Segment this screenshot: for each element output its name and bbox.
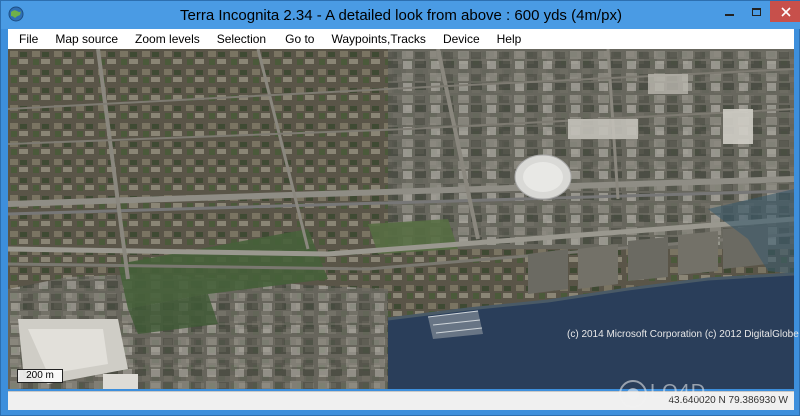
app-window: Terra Incognita 2.34 - A detailed look f…	[0, 0, 800, 416]
watermark-logo: LO4D	[616, 375, 736, 413]
close-button[interactable]	[770, 1, 800, 22]
menu-help[interactable]: Help	[488, 29, 530, 49]
menu-file[interactable]: File	[8, 29, 46, 49]
minimize-button[interactable]	[716, 1, 743, 22]
menu-zoom-levels[interactable]: Zoom levels	[126, 29, 208, 49]
watermark-text: LO4D	[650, 381, 707, 403]
menu-selection[interactable]: Selection	[208, 29, 274, 49]
window-title: Terra Incognita 2.34 - A detailed look f…	[180, 7, 622, 24]
map-copyright: (c) 2014 Microsoft Corporation (c) 2012 …	[567, 329, 799, 340]
title-bar[interactable]: Terra Incognita 2.34 - A detailed look f…	[1, 1, 800, 29]
menu-device[interactable]: Device	[434, 29, 488, 49]
close-icon	[780, 6, 791, 17]
scale-label: 200 m	[17, 369, 63, 383]
watermark-globe-icon	[619, 380, 647, 408]
menu-go-to[interactable]: Go to	[274, 29, 322, 49]
menu-map-source[interactable]: Map source	[46, 29, 126, 49]
menu-waypoints-tracks[interactable]: Waypoints,Tracks	[322, 29, 433, 49]
minimize-icon	[725, 13, 734, 16]
maximize-button[interactable]	[743, 1, 770, 22]
menu-bar: File Map source Zoom levels Selection Go…	[8, 29, 794, 49]
maximize-icon	[752, 7, 761, 16]
